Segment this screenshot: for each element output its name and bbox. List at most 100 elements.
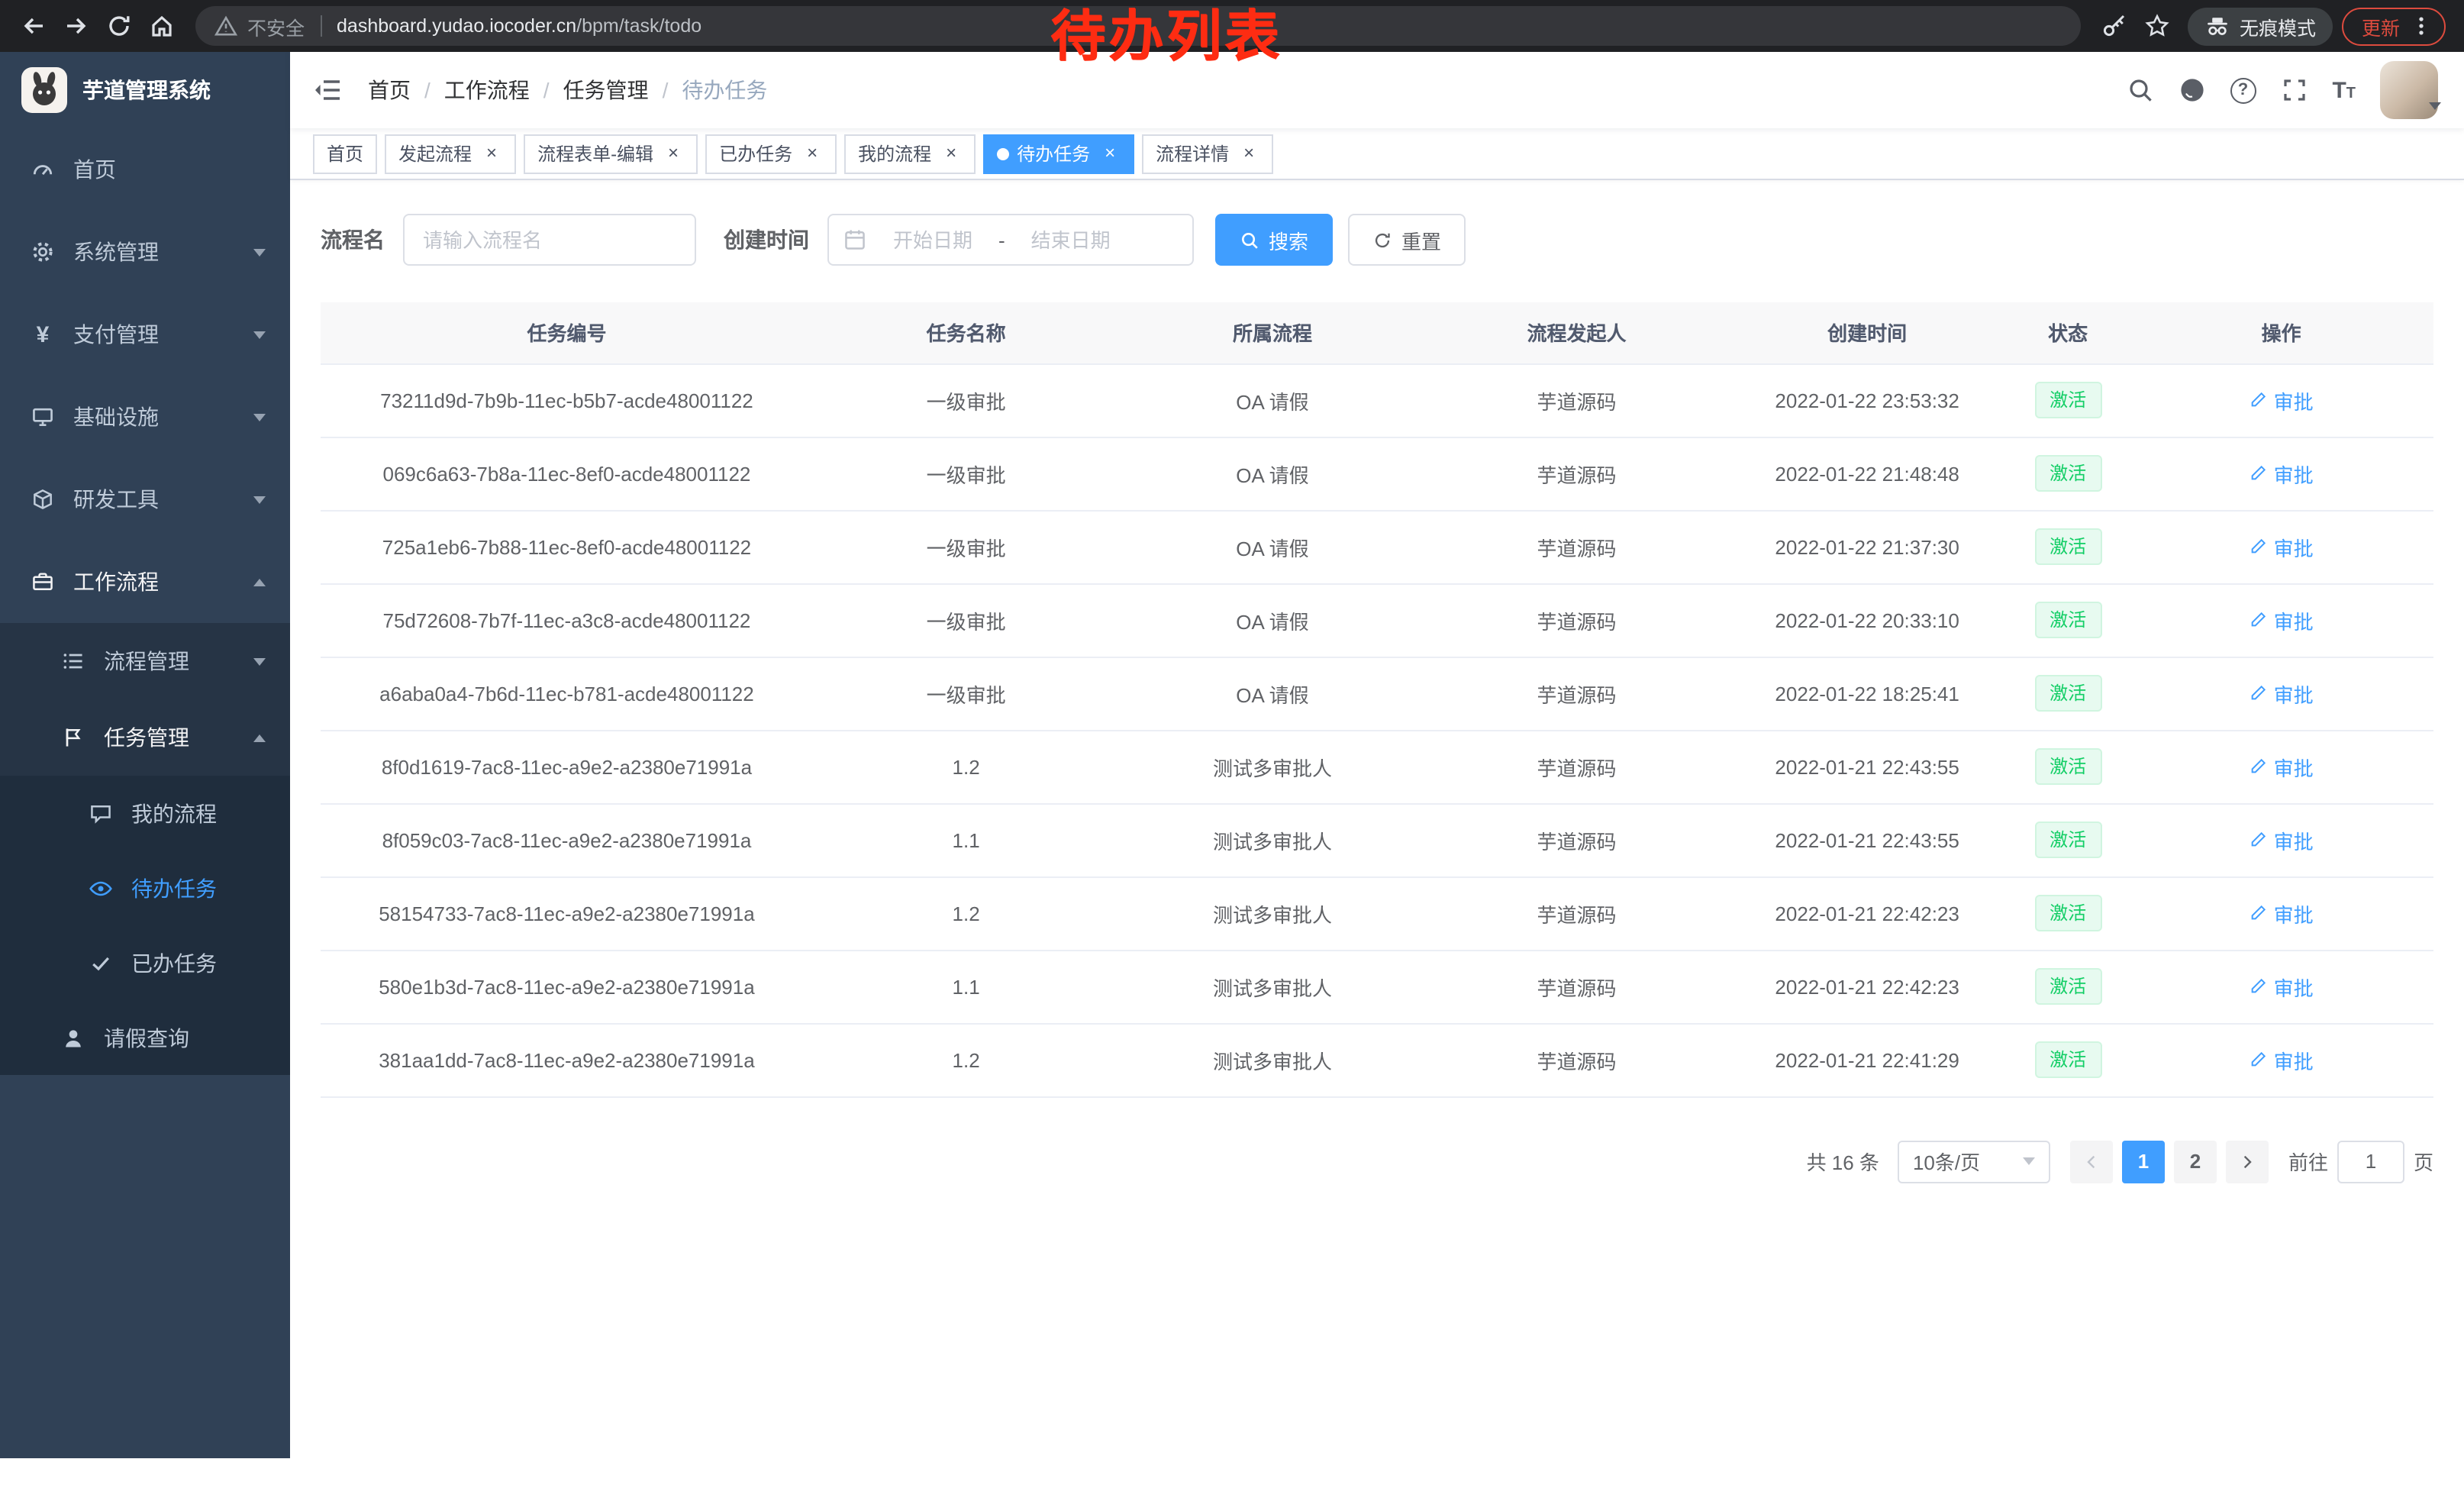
approve-link[interactable]: 审批 [2250,532,2314,561]
approve-link[interactable]: 审批 [2250,752,2314,781]
chevron-down-icon [253,413,266,421]
browser-home-button[interactable] [140,5,183,47]
sidebar-item-label: 首页 [73,154,116,185]
cell-status: 激活 [2007,363,2130,437]
sidebar-item-devtools[interactable]: 研发工具 [0,458,290,541]
cell-task-id: 069c6a63-7b8a-11ec-8ef0-acde48001122 [321,437,813,510]
breadcrumb-task-mgmt[interactable]: 任务管理 [563,75,649,105]
close-icon[interactable]: × [481,143,502,164]
bookmark-star-button[interactable] [2136,5,2179,47]
tab-form-edit[interactable]: 流程表单-编辑× [524,134,698,173]
goto-page-input[interactable] [2337,1140,2404,1183]
page-button-2[interactable]: 2 [2174,1140,2217,1183]
cell-created: 2022-01-21 22:41:29 [1727,1023,2006,1096]
avatar[interactable] [2380,61,2438,119]
browser-back-button[interactable] [12,5,55,47]
eye-icon [89,876,113,900]
password-key-button[interactable] [2093,5,2136,47]
table-row: 58154733-7ac8-11ec-a9e2-a2380e71991a 1.2… [321,876,2433,950]
browser-reload-button[interactable] [98,5,140,47]
sidebar-item-system[interactable]: 系统管理 [0,211,290,293]
sidebar-item-done-tasks[interactable]: 已办任务 [0,925,290,1000]
page-size-select[interactable]: 10条/页 [1898,1140,2050,1183]
sidebar-item-my-processes[interactable]: 我的流程 [0,776,290,851]
sidebar-item-home[interactable]: 首页 [0,128,290,211]
approve-link-label: 审批 [2274,532,2314,561]
close-icon[interactable]: × [801,143,823,164]
tab-home[interactable]: 首页 [313,134,377,173]
approve-link[interactable]: 审批 [2250,899,2314,928]
close-icon[interactable]: × [940,143,962,164]
status-badge: 激活 [2034,822,2101,858]
font-size-icon[interactable]: TT [2332,77,2356,103]
app-logo[interactable]: 芋道管理系统 [0,52,290,128]
fullscreen-icon[interactable] [2280,76,2308,104]
navbar-actions: ? TT [2126,61,2441,119]
prev-page-button[interactable] [2070,1140,2113,1183]
pencil-icon [2250,1051,2268,1069]
col-header-actions: 操作 [2129,302,2433,363]
pencil-icon [2250,611,2268,629]
close-icon[interactable]: × [1099,143,1121,164]
cell-task-name: 一级审批 [813,510,1119,583]
github-icon[interactable] [2178,76,2205,104]
cell-initiator: 芋道源码 [1426,876,1728,950]
page-button-1[interactable]: 1 [2122,1140,2165,1183]
table-row: 75d72608-7b7f-11ec-a3c8-acde48001122 一级审… [321,583,2433,657]
end-date-input[interactable] [1011,228,1130,251]
status-badge: 激活 [2034,748,2101,785]
tab-initiate-process[interactable]: 发起流程× [385,134,516,173]
approve-link[interactable]: 审批 [2250,972,2314,1001]
tab-todo-tasks[interactable]: 待办任务× [983,134,1134,173]
col-header-status: 状态 [2007,302,2130,363]
approve-link[interactable]: 审批 [2250,605,2314,634]
forward-icon [63,12,90,40]
sidebar-item-task-mgmt[interactable]: 任务管理 [0,699,290,776]
browser-forward-button[interactable] [55,5,98,47]
cell-task-id: 580e1b3d-7ac8-11ec-a9e2-a2380e71991a [321,950,813,1023]
reset-button[interactable]: 重置 [1348,214,1466,266]
sidebar-item-label: 我的流程 [131,798,217,828]
cell-actions: 审批 [2129,730,2433,803]
search-button[interactable]: 搜索 [1215,214,1333,266]
tab-done-tasks[interactable]: 已办任务× [705,134,837,173]
cell-task-id: 725a1eb6-7b88-11ec-8ef0-acde48001122 [321,510,813,583]
sidebar-item-todo-tasks[interactable]: 待办任务 [0,851,290,925]
next-page-button[interactable] [2226,1140,2269,1183]
cell-initiator: 芋道源码 [1426,657,1728,730]
close-icon[interactable]: × [663,143,684,164]
start-date-input[interactable] [873,228,992,251]
sidebar-item-infra[interactable]: 基础设施 [0,376,290,458]
date-range-picker[interactable]: - [827,214,1194,266]
tab-my-processes[interactable]: 我的流程× [844,134,976,173]
search-icon[interactable] [2126,76,2153,104]
tab-process-detail[interactable]: 流程详情× [1142,134,1273,173]
help-icon[interactable]: ? [2230,77,2256,103]
pencil-icon [2250,757,2268,776]
pagination-total: 共 16 条 [1807,1147,1879,1176]
approve-link[interactable]: 审批 [2250,825,2314,854]
breadcrumb-home[interactable]: 首页 [368,75,411,105]
sidebar-item-leave-query[interactable]: 请假查询 [0,1000,290,1075]
cell-actions: 审批 [2129,803,2433,876]
approve-link[interactable]: 审批 [2250,459,2314,488]
sidebar-item-payment[interactable]: ¥ 支付管理 [0,293,290,376]
close-icon[interactable]: × [1238,143,1259,164]
approve-link[interactable]: 审批 [2250,1045,2314,1074]
process-name-input[interactable] [403,214,696,266]
approve-link[interactable]: 审批 [2250,386,2314,415]
sidebar-toggle-icon[interactable] [313,75,343,105]
pencil-icon [2250,464,2268,483]
sidebar-item-label: 流程管理 [104,646,189,676]
breadcrumb-workflow[interactable]: 工作流程 [444,75,530,105]
browser-update-button[interactable]: 更新 [2342,7,2446,45]
sidebar-item-workflow[interactable]: 工作流程 [0,541,290,623]
kebab-menu-icon[interactable] [2409,14,2433,38]
sidebar-item-process-mgmt[interactable]: 流程管理 [0,623,290,699]
security-label: 不安全 [247,11,305,40]
sidebar-item-label: 支付管理 [73,319,159,350]
cell-task-name: 一级审批 [813,583,1119,657]
reload-icon [105,12,133,40]
briefcase-icon [31,570,55,594]
approve-link[interactable]: 审批 [2250,679,2314,708]
